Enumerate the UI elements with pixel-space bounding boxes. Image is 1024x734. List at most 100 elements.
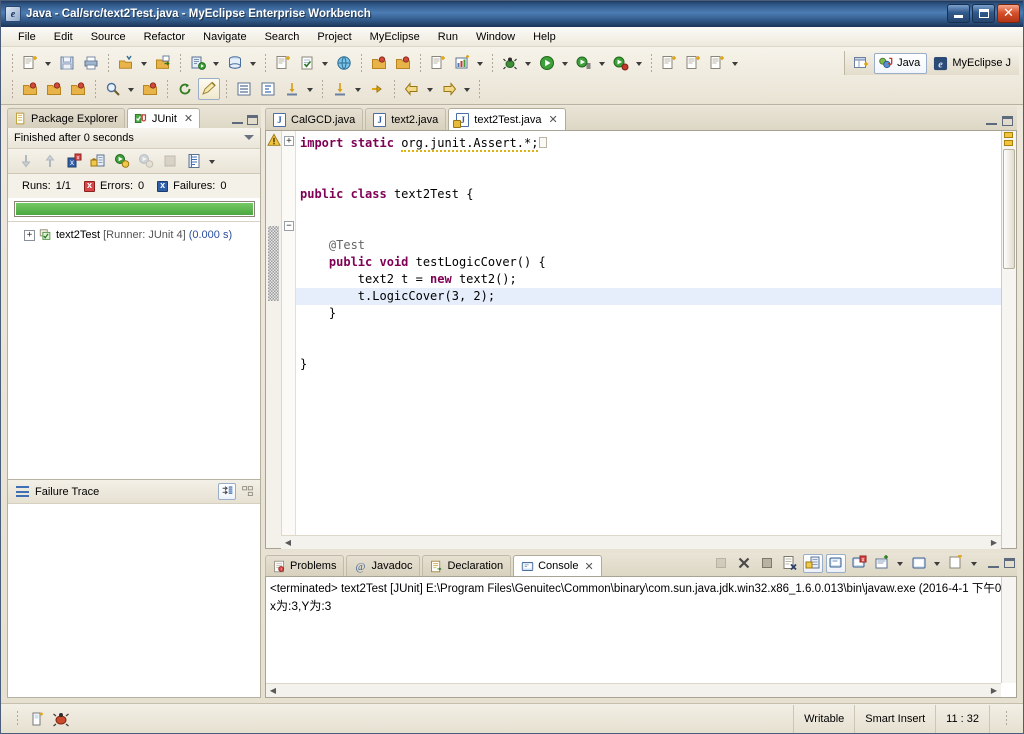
maximize-console-icon[interactable] [1004, 558, 1015, 568]
console-scroll-left-icon[interactable]: ◀ [266, 685, 280, 697]
chevron-down-icon[interactable] [633, 52, 644, 74]
chevron-down-icon[interactable] [522, 52, 533, 74]
run-coverage-button[interactable] [610, 52, 632, 74]
code-line[interactable]: @Test [296, 237, 1001, 254]
new-java-project-button[interactable] [658, 52, 680, 74]
import-button[interactable] [392, 52, 414, 74]
chevron-down-icon[interactable] [138, 52, 149, 74]
menu-item-source[interactable]: Source [82, 29, 135, 45]
new-report-button[interactable] [427, 52, 449, 74]
menu-item-search[interactable]: Search [256, 29, 309, 45]
perspective-java[interactable]: Java [874, 52, 928, 74]
clear-console-button[interactable] [780, 554, 800, 573]
editor-tab-text2-java[interactable]: Jtext2.java [365, 108, 447, 130]
close-button[interactable]: ✕ [997, 4, 1020, 23]
chevron-down-icon[interactable] [461, 78, 472, 100]
code-line[interactable]: } [296, 356, 1001, 373]
validate-button[interactable] [296, 52, 318, 74]
chevron-down-icon[interactable] [352, 78, 363, 100]
scroll-right-icon[interactable]: ▶ [987, 537, 1001, 549]
menu-item-myeclipse[interactable]: MyEclipse [361, 29, 429, 45]
open-task-button[interactable] [43, 78, 65, 100]
next-annotation-button[interactable] [366, 78, 388, 100]
minimize-button[interactable] [947, 4, 970, 23]
code-line[interactable] [296, 169, 1001, 186]
code-line[interactable]: } [296, 305, 1001, 322]
step-over-button[interactable] [329, 78, 351, 100]
maximize-view-icon[interactable] [247, 115, 258, 125]
browser-button[interactable] [333, 52, 355, 74]
chevron-down-icon[interactable] [210, 52, 221, 74]
chevron-down-icon[interactable] [931, 552, 942, 574]
debug-button[interactable] [499, 52, 521, 74]
failure-trace-body[interactable] [8, 503, 260, 697]
remove-all-terminated-button[interactable] [757, 554, 777, 573]
editor-vertical-scrollbar[interactable] [1001, 131, 1016, 548]
open-perspective-button[interactable] [850, 52, 872, 74]
console-scroll-right-icon[interactable]: ▶ [987, 685, 1001, 697]
code-line[interactable]: import static org.junit.Assert.*; [296, 135, 1001, 152]
myeclipse-web-button[interactable] [115, 52, 137, 74]
fold-collapse-icon[interactable]: − [284, 221, 294, 231]
menu-item-file[interactable]: File [9, 29, 45, 45]
search-button[interactable] [102, 78, 124, 100]
edit-button[interactable] [198, 78, 220, 100]
scroll-lock-button[interactable] [803, 553, 823, 573]
chevron-down-icon[interactable] [474, 52, 485, 74]
menu-item-project[interactable]: Project [308, 29, 360, 45]
collapse-all-button[interactable] [238, 483, 256, 500]
chevron-down-icon[interactable] [729, 52, 740, 74]
test-history-button[interactable] [183, 151, 204, 172]
chevron-down-icon[interactable] [424, 78, 435, 100]
code-line[interactable] [296, 203, 1001, 220]
chevron-down-icon[interactable] [894, 552, 905, 574]
open-folder-button[interactable] [139, 78, 161, 100]
console-vertical-scrollbar[interactable] [1001, 577, 1016, 683]
code-line[interactable] [296, 322, 1001, 339]
format-button[interactable] [257, 78, 279, 100]
perspective-myeclipse[interactable]: e MyEclipse J [929, 53, 1018, 74]
editor-tab-close-icon[interactable]: ✕ [549, 113, 558, 126]
minimize-view-icon[interactable] [232, 115, 243, 124]
open-type-button[interactable] [19, 78, 41, 100]
chevron-down-icon[interactable] [42, 52, 53, 74]
menu-item-run[interactable]: Run [429, 29, 467, 45]
editor-tab-calgcd-java[interactable]: J CalGCD.java [265, 108, 364, 130]
deploy-button[interactable] [152, 52, 174, 74]
list-item[interactable]: + text2Test [Runner: JUnit 4] (0.000 s) [8, 226, 260, 244]
warning-marker-overview-icon-2[interactable] [1004, 140, 1013, 146]
code-line[interactable]: public class text2Test { [296, 186, 1001, 203]
snapshot-button[interactable] [451, 52, 473, 74]
code-line[interactable]: t.LogicCover(3, 2); [296, 288, 1001, 305]
show-console-button[interactable] [909, 554, 929, 573]
open-console-button[interactable] [946, 554, 966, 573]
new-wizard-button[interactable] [19, 52, 41, 74]
chevron-down-icon[interactable] [559, 52, 570, 74]
editor-tab-text2test-java[interactable]: Jtext2Test.java ✕ [448, 108, 566, 130]
minimize-console-icon[interactable] [988, 559, 999, 568]
code-line[interactable]: text2 t = new text2(); [296, 271, 1001, 288]
chevron-down-icon[interactable] [125, 78, 136, 100]
remove-launch-button[interactable] [734, 554, 754, 573]
new-class-button[interactable] [706, 52, 728, 74]
console-tab-javadoc[interactable]: @ Javadoc [346, 555, 421, 576]
scroll-left-icon[interactable]: ◀ [281, 537, 295, 549]
console-horizontal-scrollbar[interactable]: ◀ ▶ [266, 683, 1001, 697]
new-package-button[interactable] [682, 52, 704, 74]
new-console-view-button[interactable] [872, 554, 892, 573]
chevron-down-icon[interactable] [596, 52, 607, 74]
console-tab-console[interactable]: Console ✕ [513, 555, 602, 576]
forward-button[interactable] [438, 78, 460, 100]
compare-result-button[interactable] [218, 483, 236, 500]
lock-scroll-button[interactable] [87, 151, 108, 172]
refresh-button[interactable] [174, 78, 196, 100]
run-server-button[interactable] [187, 52, 209, 74]
code-line[interactable]: public void testLogicCover() { [296, 254, 1001, 271]
db-browser-button[interactable] [224, 52, 246, 74]
back-button[interactable] [401, 78, 423, 100]
console-tab-close-icon[interactable]: ✕ [584, 560, 593, 573]
outline-button[interactable] [233, 78, 255, 100]
minimize-editor-icon[interactable] [986, 116, 997, 125]
expand-icon[interactable]: + [24, 229, 35, 241]
menu-item-edit[interactable]: Edit [45, 29, 82, 45]
